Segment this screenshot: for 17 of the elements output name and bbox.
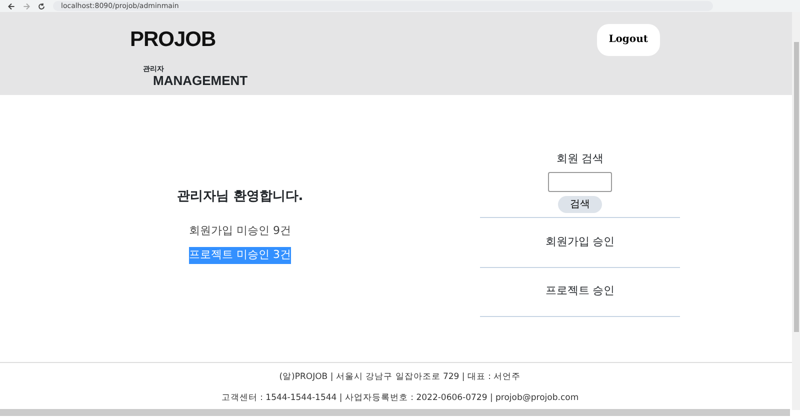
footer-text: 고객센터 : 1544-1544-1544 | 사업자등록번호 : 2022-0606-0729 | projob@projob.com (220, 392, 580, 404)
horizontal-scrollbar[interactable] (0, 409, 790, 416)
search-label: 회원 검색 (556, 151, 604, 167)
menu-link[interactable]: 회원가입 승인 (480, 216, 680, 266)
sub-title: MANAGEMENT (153, 74, 249, 87)
menu-link[interactable]: 프로젝트 승인 (480, 266, 680, 316)
logo[interactable]: PROJOB (130, 24, 216, 56)
scrollbar-thumb[interactable] (794, 42, 798, 332)
search-field[interactable] (548, 172, 612, 192)
welcome-title: 관리자님 환영합니다. (176, 188, 304, 206)
forward-icon[interactable] (23, 2, 30, 10)
back-icon[interactable] (8, 2, 15, 10)
reload-icon[interactable] (38, 2, 45, 10)
footer-text: (알)PROJOB | 서울시 강남구 일잡아조로 729 | 대표 : 서언주 (278, 371, 522, 384)
notice-link[interactable]: 회원가입 미승인 9건 (189, 222, 291, 239)
search-button[interactable]: 검색 (558, 196, 602, 212)
logout-button[interactable]: Logout (596, 24, 660, 56)
